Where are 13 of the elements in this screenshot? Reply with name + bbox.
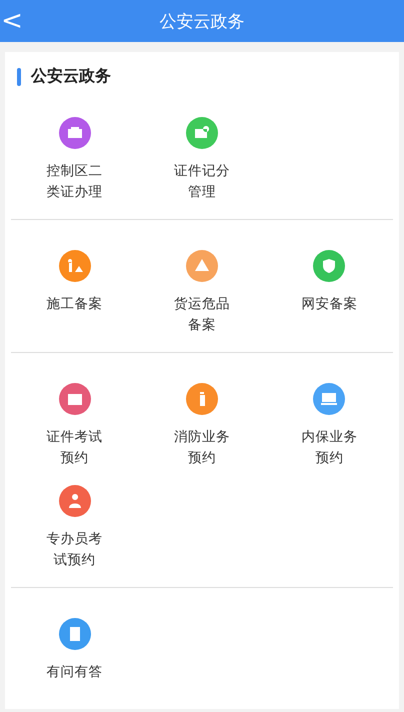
- service-item[interactable]: 有问有答: [11, 618, 138, 683]
- accent-bar: [17, 68, 21, 86]
- service-item[interactable]: 控制区二类证办理: [11, 117, 138, 203]
- service-item[interactable]: 证件考试预约: [11, 383, 138, 469]
- service-item[interactable]: 内保业务预约: [266, 383, 393, 469]
- service-item[interactable]: 货运危品备案: [138, 250, 266, 336]
- page-title: 公安云政务: [160, 10, 244, 32]
- section-title: 公安云政务: [31, 66, 111, 87]
- service-item[interactable]: 网安备案: [266, 250, 393, 336]
- service-item[interactable]: 施工备案: [11, 250, 138, 336]
- service-item[interactable]: 消防业务预约: [138, 383, 266, 469]
- service-item[interactable]: 证件记分管理: [138, 117, 266, 203]
- service-item[interactable]: 专办员考试预约: [11, 485, 138, 571]
